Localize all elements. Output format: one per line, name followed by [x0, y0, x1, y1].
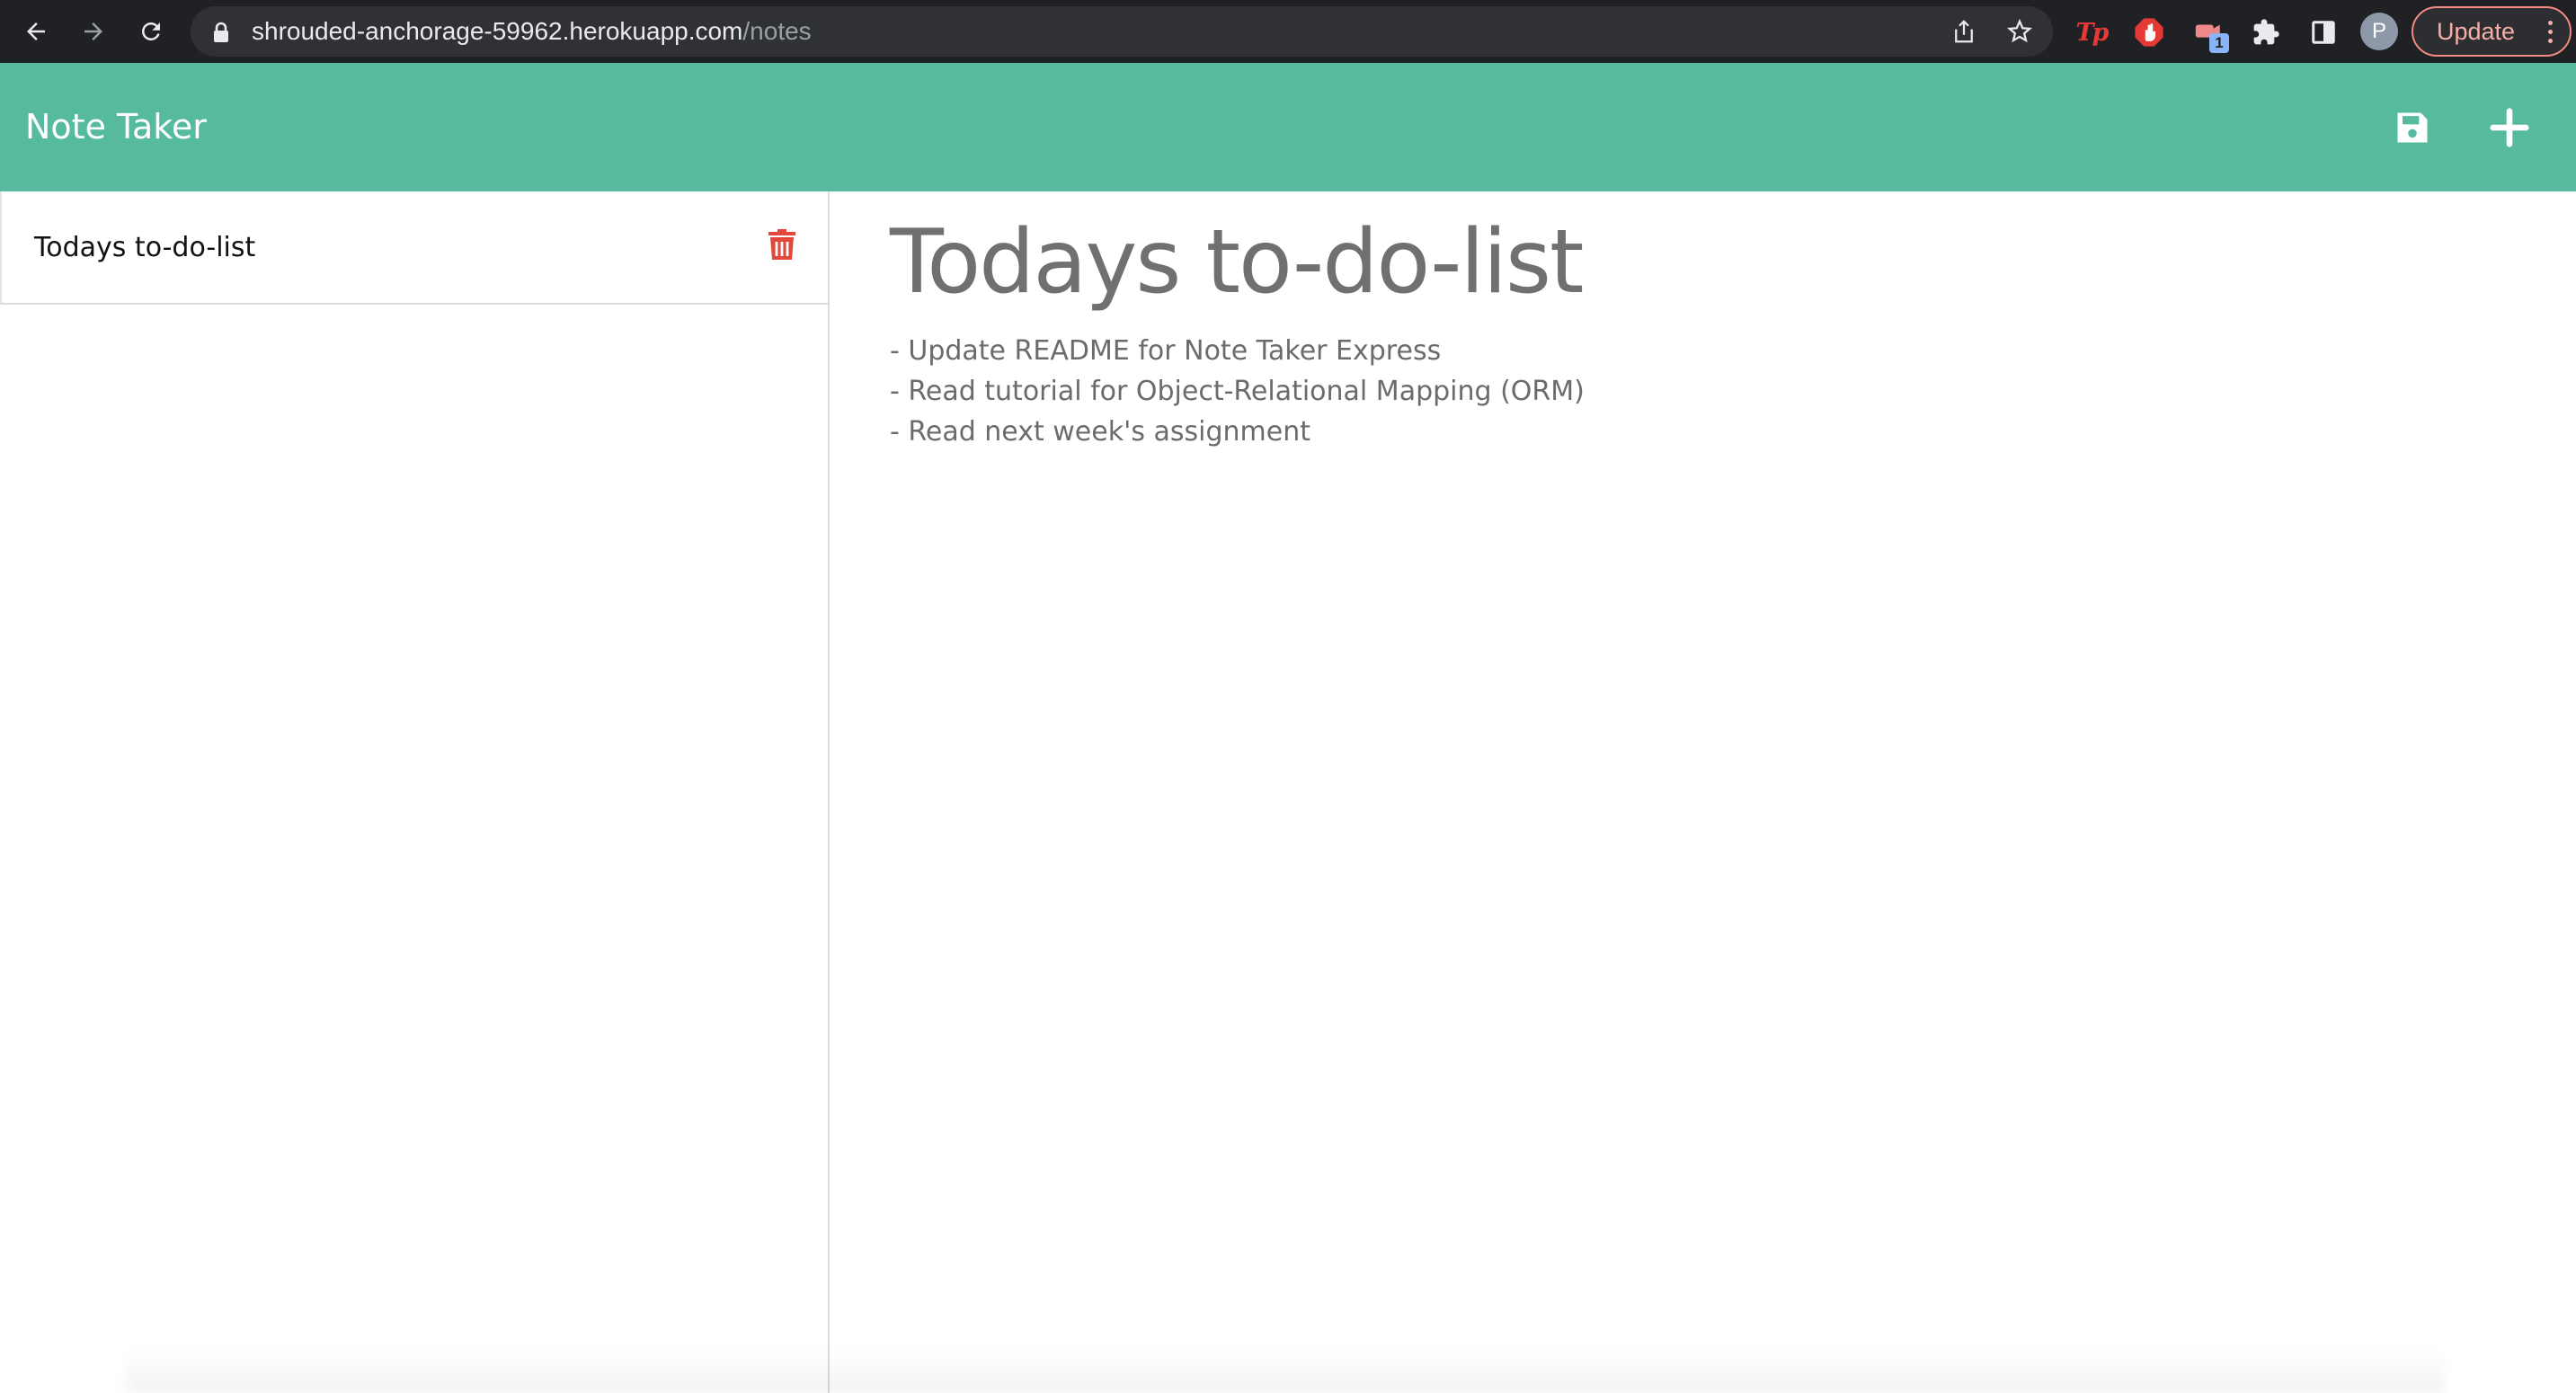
url-path: /notes — [742, 17, 812, 45]
note-list-item-title[interactable]: Todays to-do-list — [34, 191, 255, 305]
note-text-line: - Read next week's assignment — [890, 416, 1311, 448]
update-button[interactable]: Update — [2412, 6, 2572, 57]
side-panel-icon[interactable] — [2306, 15, 2341, 49]
profile-avatar[interactable]: P — [2360, 13, 2398, 50]
url-host: shrouded-anchorage-59962.herokuapp.com — [252, 17, 743, 45]
app-title[interactable]: Note Taker — [25, 63, 207, 191]
back-button[interactable] — [18, 13, 54, 49]
save-icon — [2397, 112, 2428, 143]
note-editor: Todays to-do-list - Update README for No… — [831, 191, 2576, 1393]
delete-note-button[interactable] — [768, 227, 796, 263]
bottom-shadow — [126, 1348, 2445, 1393]
address-bar[interactable]: shrouded-anchorage-59962.herokuapp.com/n… — [191, 6, 2053, 57]
note-text-line: - Update README for Note Taker Express — [890, 335, 1442, 367]
trash-icon — [768, 229, 795, 260]
bookmark-star-icon[interactable] — [2006, 18, 2033, 45]
plus-icon — [2490, 108, 2529, 147]
screencast-extension-icon[interactable]: 1 — [2191, 15, 2229, 53]
url-text: shrouded-anchorage-59962.herokuapp.com/n… — [252, 6, 812, 57]
save-note-button[interactable] — [2389, 104, 2436, 151]
puzzle-icon[interactable] — [2249, 15, 2283, 49]
new-note-button[interactable] — [2486, 104, 2533, 151]
note-text-area[interactable]: - Update README for Note Taker Express -… — [890, 331, 1585, 452]
update-label: Update — [2437, 17, 2516, 45]
arrow-left-icon — [27, 22, 45, 40]
browser-toolbar: shrouded-anchorage-59962.herokuapp.com/n… — [0, 0, 2576, 63]
lock-icon — [214, 22, 228, 42]
note-text-line: - Read tutorial for Object-Relational Ma… — [890, 376, 1585, 407]
reload-icon — [142, 22, 160, 40]
reload-button[interactable] — [133, 13, 169, 49]
extension-badge: 1 — [2209, 33, 2229, 53]
app-navbar: Note Taker — [0, 63, 2576, 191]
forward-button[interactable] — [76, 13, 111, 49]
tp-extension-label: Tp — [2075, 18, 2110, 47]
share-icon[interactable] — [1950, 18, 1977, 45]
arrow-right-icon — [84, 22, 102, 40]
tp-extension-icon[interactable]: Tp — [2074, 15, 2110, 49]
note-list: Todays to-do-list — [0, 191, 830, 1393]
menu-dots-icon — [2548, 21, 2554, 44]
note-list-item[interactable]: Todays to-do-list — [0, 191, 828, 305]
adblock-icon[interactable] — [2132, 15, 2166, 49]
note-title-field[interactable]: Todays to-do-list — [890, 211, 1584, 314]
